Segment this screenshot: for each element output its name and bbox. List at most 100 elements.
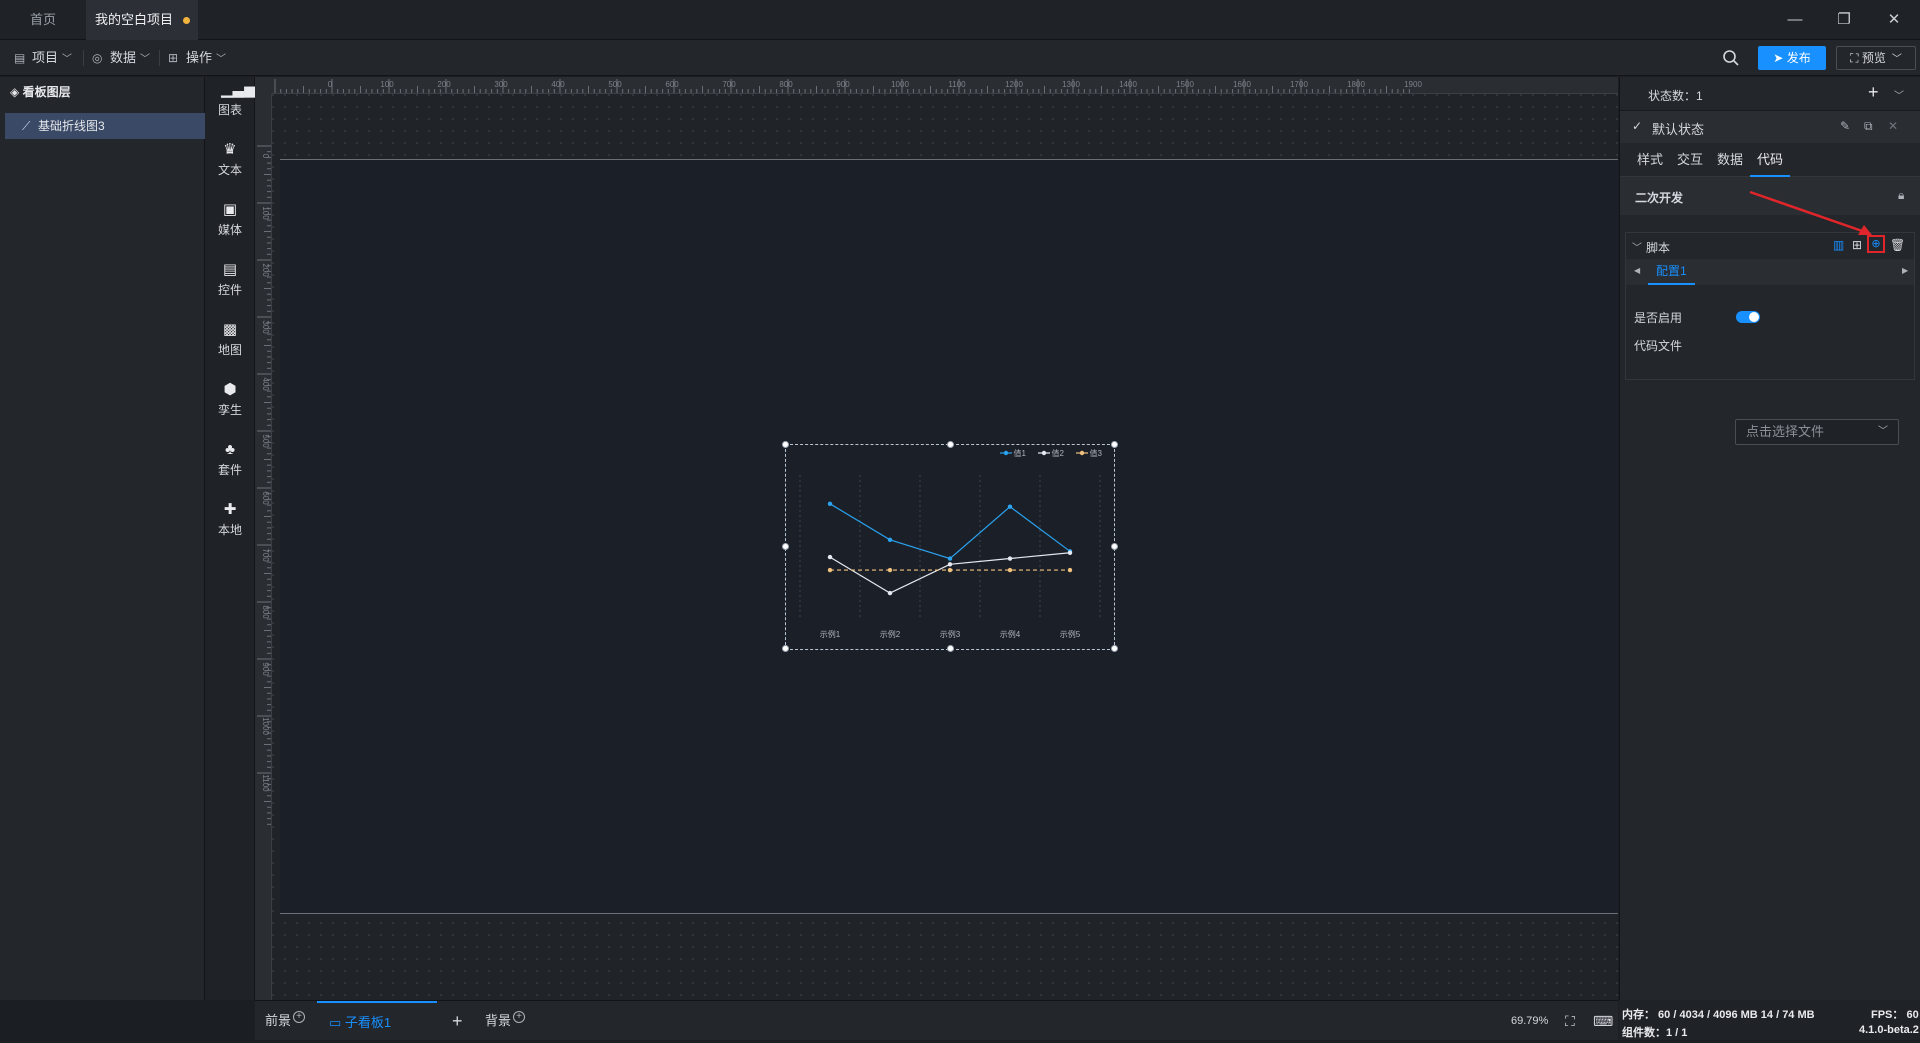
ruler-tick-label: 800 <box>779 80 793 89</box>
ruler-tick-label: 1000 <box>891 80 909 89</box>
chevron-down-icon: ﹀ <box>62 54 73 65</box>
resize-handle[interactable] <box>1111 645 1118 652</box>
component-label: 地图 <box>217 343 242 357</box>
legend-marker <box>1041 450 1047 456</box>
version: 4.1.0-beta.2 <box>1859 1024 1919 1036</box>
ruler-left: 0 100 200 300 400 500 600 700 800 900 1000 1100 <box>255 94 272 1000</box>
resize-handle[interactable] <box>947 645 954 652</box>
ruler-tick-label: 100 <box>380 80 394 89</box>
menu-project[interactable]: ▤ 项目 ﹀ <box>14 40 72 76</box>
layer-item[interactable]: ⟋ 基础折线图3 <box>5 113 205 139</box>
add-config-icon[interactable]: ⊕ <box>1867 235 1885 253</box>
component-control[interactable]: ▤ 控件 <box>205 257 255 309</box>
zoom-level[interactable]: 69.79% <box>1511 1001 1548 1041</box>
legend-label: 值1 <box>1014 448 1027 458</box>
menu-operate[interactable]: ⊞ 操作 ﹀ <box>168 40 226 76</box>
tab-sub-board[interactable]: ▭ 子看板1 <box>317 1001 437 1041</box>
ruler-tick-label: 600 <box>665 80 679 89</box>
component-twin[interactable]: ⬢ 孪生 <box>205 377 255 429</box>
legend-marker <box>1003 450 1009 456</box>
add-board-button[interactable]: + <box>452 1001 463 1041</box>
component-local[interactable]: ✚ 本地 <box>205 497 255 549</box>
tab-foreground[interactable]: 前景 + <box>265 1001 306 1041</box>
config-tab[interactable]: 配置1 <box>1648 259 1695 285</box>
close-window-button[interactable]: ✕ <box>1874 0 1914 40</box>
text-icon: ♛ <box>223 141 237 158</box>
menu-bar: ▤ 项目 ﹀ ◎ 数据 ﹀ ⊞ 操作 ﹀ ➤ 发布 ⛶ 预览 ﹀ <box>0 40 1920 76</box>
ruler-tick-label: 1800 <box>1347 80 1365 89</box>
resize-handle[interactable] <box>782 645 789 652</box>
component-suite[interactable]: ♣ 套件 <box>205 437 255 489</box>
ruler-tick-label: 1600 <box>1233 80 1251 89</box>
line-chart-icon: ⟋ <box>22 119 31 133</box>
publish-button[interactable]: ➤ 发布 <box>1758 46 1826 70</box>
search-icon[interactable] <box>1722 49 1740 67</box>
ruler-tick-label: 0 <box>261 154 270 159</box>
caret-right-icon[interactable]: ▶ <box>1902 266 1908 275</box>
line-chart-component[interactable]: 示例1 示例2 示例3 示例4 示例5 值3 值2 值1 <box>782 441 1118 652</box>
code-file-label: 代码文件 <box>1634 339 1683 353</box>
series-point <box>947 556 953 561</box>
component-map[interactable]: ▩ 地图 <box>205 317 255 369</box>
enabled-toggle[interactable] <box>1736 311 1760 323</box>
code-file-select[interactable]: 点击选择文件 ﹀ <box>1735 419 1899 445</box>
table-icon[interactable]: ⊞ <box>1852 238 1862 252</box>
ruler-tick-label: 200 <box>261 263 270 277</box>
resize-handle[interactable] <box>947 441 954 448</box>
tab-background[interactable]: 背景 + <box>485 1001 526 1041</box>
restore-button[interactable]: ❐ <box>1824 0 1864 40</box>
preview-button[interactable]: ⛶ 预览 ﹀ <box>1836 46 1916 70</box>
map-icon: ▩ <box>222 321 238 338</box>
ruler-tick-label: 300 <box>494 80 508 89</box>
grid-icon: ⊞ <box>168 51 179 65</box>
canvas-area[interactable]: 0 100 200 300 400 500 600 700 800 900 1000 1100 1200… <box>255 77 1618 1000</box>
component-count: 组件数：1 / 1 <box>1622 1027 1688 1039</box>
fit-screen-icon[interactable]: ⛶ <box>1565 1001 1575 1041</box>
keyboard-icon[interactable]: ⌨ <box>1593 1001 1613 1041</box>
component-media[interactable]: ▣ 媒体 <box>205 197 255 249</box>
tab-project[interactable]: 我的空白项目 <box>86 0 198 40</box>
ruler-tick-label: 1700 <box>1290 80 1308 89</box>
control-icon: ▤ <box>222 261 238 278</box>
ruler-corner <box>255 77 272 94</box>
add-circle-icon[interactable]: + <box>293 1011 306 1023</box>
component-label: 本地 <box>217 523 242 537</box>
tab-home[interactable]: 首页 <box>0 0 86 40</box>
trash-icon[interactable]: 🗑︎ <box>1890 238 1905 252</box>
add-circle-icon[interactable]: + <box>513 1011 526 1023</box>
series-point <box>827 567 833 573</box>
ruler-tick-label: 500 <box>608 80 622 89</box>
component-chart[interactable]: ▁▃▅ 图表 <box>205 77 256 129</box>
component-text[interactable]: ♛ 文本 <box>205 137 255 189</box>
series-point <box>1067 550 1073 555</box>
caret-left-icon[interactable]: ◀ <box>1634 266 1640 275</box>
chevron-down-icon: ﹀ <box>216 54 227 65</box>
menu-operate-label: 操作 <box>186 50 213 65</box>
resize-handle[interactable] <box>782 543 789 550</box>
ruler-tick-label: 600 <box>261 491 270 505</box>
layer-panel-title: ◈ 看板图层 <box>10 83 71 100</box>
x-tick-label: 示例1 <box>820 629 841 639</box>
legend-marker <box>1079 450 1085 456</box>
menu-data[interactable]: ◎ 数据 ﹀ <box>92 40 150 76</box>
component-label: 孪生 <box>217 403 242 417</box>
resize-handle[interactable] <box>1111 441 1118 448</box>
bottom-bar: 前景 + ▭ 子看板1 + 背景 + 69.79% ⛶ ⌨ <box>255 1000 1618 1040</box>
chevron-down-icon: ﹀ <box>1878 426 1888 437</box>
minimize-button[interactable]: — <box>1775 0 1815 40</box>
resize-handle[interactable] <box>782 441 789 448</box>
component-label: 文本 <box>217 163 242 177</box>
ruler-tick-label: 400 <box>551 80 565 89</box>
ruler-tick-label: 1100 <box>948 80 966 89</box>
component-bar: ▁▃▅ 图表 ♛ 文本 ▣ 媒体 ▤ 控件 ▩ 地图 ⬢ 孪生 ♣ 套件 ✚ 本地 <box>205 77 256 1000</box>
layout-icon[interactable]: ▥ <box>1833 238 1844 252</box>
series-point <box>947 562 953 567</box>
legend-label: 值3 <box>1090 448 1103 458</box>
publish-label: 发布 <box>1786 51 1811 65</box>
resize-handle[interactable] <box>1111 543 1118 550</box>
ruler-top: 0 100 200 300 400 500 600 700 800 900 1000 1100 1200… <box>272 77 1618 94</box>
series-point <box>887 537 893 542</box>
annotation-arrow <box>1749 190 1872 235</box>
divider <box>83 50 84 66</box>
tab-background-label: 背景 <box>485 1013 512 1028</box>
